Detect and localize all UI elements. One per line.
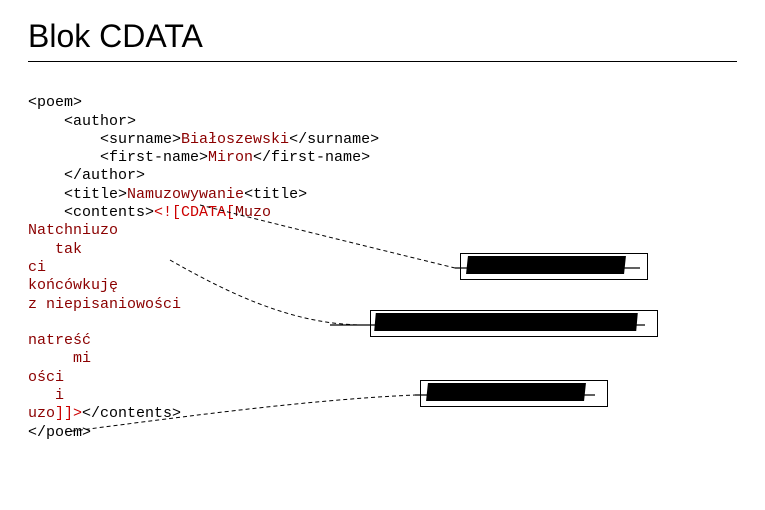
code-line: ci bbox=[28, 259, 46, 276]
code-line: <title>Namuzowywanie<title> bbox=[28, 186, 307, 203]
page-title: Blok CDATA bbox=[28, 18, 737, 62]
code-line: <author> bbox=[28, 113, 136, 130]
code-line: uzo]]></contents> bbox=[28, 405, 181, 422]
code-line: natreść bbox=[28, 332, 91, 349]
code-line: <contents><![CDATA[Muzo bbox=[28, 204, 271, 221]
code-line: mi bbox=[28, 350, 91, 367]
cdata-start: <![CDATA[ bbox=[154, 204, 235, 221]
code-line: <first-name>Miron</first-name> bbox=[28, 149, 370, 166]
callout-cdata-end: CDATAEnd bbox=[420, 380, 608, 407]
code-line: i bbox=[28, 387, 64, 404]
code-line: Natchniuzo bbox=[28, 222, 118, 239]
code-line: <surname>Białoszewski</surname> bbox=[28, 131, 379, 148]
cdata-end: ]]> bbox=[55, 405, 82, 422]
code-line: </poem> bbox=[28, 424, 91, 441]
callout-cdata-start: CDATAStart bbox=[460, 253, 648, 280]
code-line: końcówkuję bbox=[28, 277, 118, 294]
code-line: ości bbox=[28, 369, 64, 386]
callout-cdata-content: Zawartość sekcji CDATA bbox=[370, 310, 658, 337]
code-line: </author> bbox=[28, 167, 145, 184]
code-line: <poem> bbox=[28, 94, 82, 111]
code-line: tak bbox=[28, 241, 82, 258]
code-line: z niepisaniowości bbox=[28, 296, 181, 313]
